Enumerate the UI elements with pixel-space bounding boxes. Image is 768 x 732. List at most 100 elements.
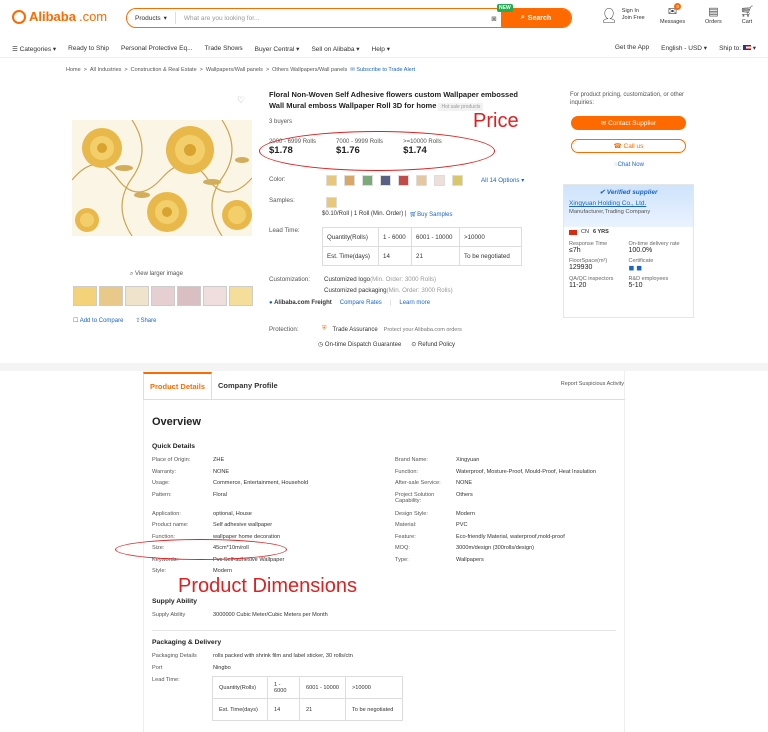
detail-value: 3000000 Cubic Meter/Cubic Meters per Mon… [213,612,328,618]
packaging-row: Packaging Details rolls packed with shrin… [152,653,472,659]
view-larger-image[interactable]: ⌕ View larger image [130,271,183,278]
report-suspicious-link[interactable]: Report Suspicious Activity [561,381,624,387]
china-flag-icon [569,229,577,235]
section-divider [0,363,768,371]
add-to-compare[interactable]: ☐ Add to Compare [73,317,123,324]
detail-row: Warranty: NONE [152,469,382,481]
nav-ppe[interactable]: Personal Protective Eq... [121,45,193,52]
thumbnail[interactable] [177,286,201,306]
heart-icon[interactable]: ♡ [237,95,245,106]
detail-value: Xingyuan [456,457,480,463]
breadcrumb-item[interactable]: Home [66,67,81,73]
thumbnail[interactable] [151,286,175,306]
nav-trade-shows[interactable]: Trade Shows [205,45,243,52]
trade-assurance-label[interactable]: Trade Assurance [333,327,378,333]
country-code: CN [581,229,589,235]
nav-ready-to-ship[interactable]: Ready to Ship [68,45,109,52]
nav-categories[interactable]: ☰ Categories ▾ [12,45,56,53]
table-cell: >10000 [459,227,522,247]
detail-key: Warranty: [152,468,177,475]
thumbnail[interactable] [229,286,253,306]
color-swatch[interactable] [416,175,427,186]
orders-link[interactable]: ▤ Orders [705,6,722,25]
freight-label: ● Alibaba.com Freight [269,300,332,306]
samples-text: $0.10/Roll | 1 Roll (Min. Order) | [322,211,407,217]
breadcrumb-item[interactable]: Construction & Real Estate [131,67,197,73]
detail-row: Product name: Self adhesive wallpaper [152,522,382,534]
messages-link[interactable]: ✉ 9 Messages [660,3,686,25]
color-label: Color: [269,176,286,183]
get-app-link[interactable]: Get the App [615,44,649,52]
nav-right: Get the App English - USD ▾ Ship to: ▾ [615,44,756,52]
table-cell: >10000 [345,676,403,699]
color-swatch[interactable] [344,175,355,186]
sign-in-link[interactable]: 👤︎ Sign In Join Free [600,8,645,22]
refund-policy: ⊙ Refund Policy [411,341,455,348]
call-us-button[interactable]: ☎ Call us [571,139,686,153]
thumbnail[interactable] [203,286,227,306]
quick-details-left: Place of Origin: ZHE Warranty: NONE Usage:… [152,457,382,580]
detail-row: Brand Name: Xingyuan [395,457,625,469]
color-swatch[interactable] [452,175,463,186]
inquiry-text: For product pricing, customization, or o… [570,91,695,107]
search-category-select[interactable]: Products ▾ [127,12,176,24]
tab-company-profile[interactable]: Company Profile [212,372,284,399]
cart-link[interactable]: 🛒︎ Cart [740,6,754,25]
message-icon: ✉ 9 [668,3,682,18]
breadcrumb-item[interactable]: All Industries [90,67,122,73]
thumbnail[interactable] [99,286,123,306]
ship-to-select[interactable]: Ship to: ▾ [719,44,756,52]
verified-label: Verified supplier [606,189,658,196]
nav-buyer-central[interactable]: Buyer Central ▾ [255,45,300,53]
certificate-icons[interactable]: ◼ ◼ [629,264,689,272]
detail-value: PVC [456,522,468,528]
logo-icon [12,9,26,24]
language-currency-select[interactable]: English - USD ▾ [661,44,707,52]
color-swatch[interactable] [398,175,409,186]
detail-key: Brand Name: [395,457,428,463]
color-swatch[interactable] [434,175,445,186]
trade-assurance-row: ⛨ Trade Assurance Protect your Alibaba.c… [322,326,462,333]
trade-assurance-icon: ⛨ [322,326,327,332]
compare-rates-link[interactable]: Compare Rates [340,300,382,306]
stat-value: 11-20 [569,282,587,289]
orders-label: Orders [705,19,722,25]
detail-row: MOQ: 3000m/design (300rolls/design) [395,545,625,557]
detail-value: Others [456,491,473,498]
all-options-label: All 14 Options [481,177,520,184]
nav-sell-on-alibaba[interactable]: Sell on Alibaba ▾ [311,45,359,53]
tab-product-details[interactable]: Product Details [143,372,213,399]
country-years: CN 6 YRS [564,227,693,237]
search-input[interactable]: What are you looking for... [176,15,487,22]
detail-key: Port [152,665,163,671]
company-name-link[interactable]: Xingyuan Holding Co., Ltd. [569,200,688,207]
buy-samples-link[interactable]: 🛒︎Buy Samples [409,211,452,218]
all-options-link[interactable]: All 14 Options ▾ [481,177,524,184]
view-larger-label: View larger image [135,271,183,277]
thumbnail[interactable] [125,286,149,306]
product-main-image[interactable] [72,120,252,236]
breadcrumb-item[interactable]: Wallpapers/Wall panels [206,67,263,73]
detail-key: Design Style: [395,510,428,517]
breadcrumb-item[interactable]: Others Wallpapers/Wall panels [272,67,347,73]
color-swatch[interactable] [326,175,337,186]
add-compare-label: Add to Compare [79,318,124,324]
logo-suffix: .com [78,9,108,24]
stat-item: Response Time ≤7h [569,241,629,256]
share-button[interactable]: ⇪Share [135,317,156,324]
contact-supplier-button[interactable]: ✉ Contact Supplier [571,116,686,130]
color-swatch[interactable] [362,175,373,186]
table-cell: 6001 - 10000 [411,227,460,247]
sample-thumbnail[interactable] [326,197,337,208]
messages-label: Messages [660,19,686,25]
camera-icon[interactable]: ◙ [487,14,501,23]
stat-value: 100.0% [628,247,653,254]
alibaba-logo[interactable]: Alibaba .com [12,9,107,24]
nav-help[interactable]: Help ▾ [372,45,390,53]
learn-more-link[interactable]: Learn more [399,300,430,306]
color-swatch[interactable] [380,175,391,186]
chat-now-link[interactable]: ◌Chat Now [614,162,644,168]
ship-to-label: Ship to: [719,45,742,52]
thumbnail[interactable] [73,286,97,306]
subscribe-trade-alert[interactable]: ✉ Subscribe to Trade Alert [350,67,415,73]
